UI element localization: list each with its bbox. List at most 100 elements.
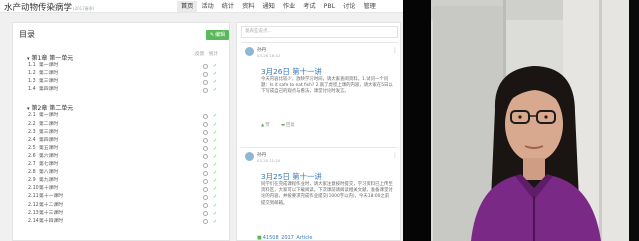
feedback-status-icon[interactable]: [203, 87, 208, 93]
feedback-status-icon[interactable]: [203, 178, 208, 184]
nav-pbl[interactable]: PBL: [320, 1, 339, 12]
lesson-item[interactable]: 2.9 第九课时: [28, 178, 58, 184]
post-body: 今天内容比较少，放映学习时间，请大家查阅资料。1.试问一个问题：Is it sa…: [261, 77, 393, 95]
lesson-item[interactable]: 1.1 第一课时: [28, 63, 58, 69]
check-icon: ✓: [213, 63, 218, 69]
feedback-status-icon[interactable]: [203, 79, 208, 85]
unit-title-text: 第1章 第一单元: [31, 55, 74, 62]
lesson-item[interactable]: 1.2 第二课时: [28, 71, 58, 77]
feedback-status-icon[interactable]: [203, 194, 208, 200]
post-title[interactable]: 3月25日 第十一讲: [261, 171, 322, 182]
toc-panel: 目录 ✎编辑 反馈 统计 ▾ 第1章 第一单元 1.1 第一课时 ✓ 1.2 第二课时 ✓ 1.3…: [12, 22, 230, 241]
lesson-item[interactable]: 2.13第十三课时: [28, 211, 63, 217]
column-stats: 统计: [209, 52, 218, 57]
check-icon: ✓: [213, 145, 218, 152]
main-nav: 首页 活动 统计 资料 通知 作业 考试 PBL 讨论 管理: [177, 1, 380, 12]
reply-button[interactable]: ▬回复: [281, 123, 295, 128]
nav-notices[interactable]: 通知: [259, 1, 279, 12]
lesson-title: 第七课时: [39, 162, 59, 167]
post-item: 孙丹 03-26 18:42 ⋮ 3月26日 第十一讲 今天内容比较少，放映学习…: [241, 47, 398, 142]
post-menu-icon[interactable]: ⋮: [392, 152, 398, 159]
feedback-status-icon[interactable]: [203, 211, 208, 217]
lesson-title: 第九课时: [39, 178, 59, 184]
edit-button-label: 编辑: [215, 32, 226, 38]
lesson-number: 1.2: [28, 71, 36, 77]
lesson-item[interactable]: 2.2 第二课时: [28, 122, 58, 128]
post-time: 03-26 18:42: [257, 53, 281, 58]
feedback-status-icon[interactable]: [203, 203, 208, 208]
feedback-status-icon[interactable]: [203, 146, 208, 152]
feedback-status-icon[interactable]: [203, 122, 208, 127]
nav-resources[interactable]: 资料: [238, 1, 258, 12]
lesson-number: 2.8: [28, 170, 36, 176]
check-icon: ✓: [213, 79, 218, 86]
lesson-title: 第五课时: [39, 145, 59, 151]
feedback-status-icon[interactable]: [203, 130, 208, 136]
comment-input[interactable]: 发表些说点...: [241, 26, 398, 38]
lesson-number: 2.2: [28, 121, 36, 127]
reply-label: 回复: [286, 123, 295, 128]
lesson-item[interactable]: 2.4 第四课时: [28, 138, 58, 144]
lesson-item[interactable]: 2.14第十四课时: [28, 219, 63, 225]
check-icon: ✓: [213, 121, 218, 128]
feedback-status-icon[interactable]: [203, 170, 208, 176]
lesson-item[interactable]: 2.12第十二课时: [28, 203, 63, 209]
avatar[interactable]: [245, 152, 254, 161]
lesson-item[interactable]: 2.1 第一课时: [28, 113, 58, 119]
lesson-title: 第一课时: [39, 113, 59, 119]
feedback-status-icon[interactable]: [203, 154, 208, 160]
lesson-number: 1.3: [28, 79, 36, 85]
column-feedback: 反馈: [195, 52, 204, 57]
caret-down-icon: ▾: [27, 56, 30, 62]
feedback-status-icon[interactable]: [203, 138, 208, 144]
feedback-status-icon[interactable]: [203, 186, 208, 192]
post-actions: ▲赞 ▬回复: [261, 122, 305, 128]
pencil-icon: ✎: [209, 32, 215, 38]
like-button[interactable]: ▲赞: [261, 123, 270, 128]
lesson-item[interactable]: 2.3 第三课时: [28, 130, 58, 136]
lesson-item[interactable]: 2.7 第七课时: [28, 162, 58, 168]
edit-button[interactable]: ✎编辑: [206, 30, 229, 40]
toc-column-headers: 反馈 统计: [195, 51, 223, 57]
unit-title[interactable]: ▾ 第1章 第一单元: [27, 53, 73, 62]
feedback-status-icon[interactable]: [203, 219, 208, 225]
feedback-status-icon[interactable]: [203, 113, 208, 119]
lesson-item[interactable]: 2.6 第六课时: [28, 154, 58, 160]
feedback-status-icon[interactable]: [203, 63, 208, 69]
lesson-number: 2.10: [28, 186, 39, 192]
lesson-item[interactable]: 1.4 第四课时: [28, 87, 58, 93]
nav-stats[interactable]: 统计: [218, 1, 238, 12]
lesson-item[interactable]: 2.5 第五课时: [28, 146, 58, 152]
check-icon: ✓: [213, 113, 218, 120]
post-title[interactable]: 3月26日 第十一讲: [261, 66, 322, 77]
check-icon: ✓: [213, 170, 218, 177]
lesson-item[interactable]: 2.10第十课时: [28, 186, 58, 192]
check-icon: ✓: [213, 210, 218, 217]
site-title[interactable]: 水产动物传染病学(2017春季): [4, 1, 94, 13]
top-header: 水产动物传染病学(2017春季) 首页 活动 统计 资料 通知 作业 考试 PB…: [0, 0, 403, 13]
attachment-link[interactable]: ■41508_2017_Article: [257, 235, 312, 241]
nav-homework[interactable]: 作业: [279, 1, 299, 12]
nav-discussion[interactable]: 讨论: [339, 1, 359, 12]
lesson-number: 1.1: [28, 63, 36, 68]
lesson-item[interactable]: 1.3 第三课时: [28, 79, 58, 85]
avatar[interactable]: [245, 47, 254, 56]
feedback-status-icon[interactable]: [203, 71, 208, 77]
check-icon: ✓: [213, 153, 218, 160]
attachment-icon: ■: [257, 235, 262, 241]
lesson-item[interactable]: 2.11第十一课时: [28, 194, 63, 200]
comment-icon: ▬: [280, 123, 286, 128]
nav-manage[interactable]: 管理: [359, 1, 379, 12]
unit-title[interactable]: ▾ 第2章 第二单元: [27, 103, 73, 112]
post-body: 同学们在完成课程作业时，请大家注意按时提交，学习资料已上传至资料区，大家可以下载…: [261, 182, 393, 206]
post-menu-icon[interactable]: ⋮: [392, 47, 398, 54]
lesson-title: 第六课时: [39, 153, 59, 159]
nav-home[interactable]: 首页: [177, 1, 198, 12]
lesson-item[interactable]: 2.8 第八课时: [28, 170, 58, 176]
lesson-title: 第一课时: [39, 63, 59, 68]
nav-exams[interactable]: 考试: [299, 1, 319, 12]
unit-title-text: 第2章 第二单元: [31, 105, 74, 113]
feedback-status-icon[interactable]: [203, 162, 208, 168]
nav-activities[interactable]: 活动: [197, 1, 217, 12]
check-icon: ✓: [213, 129, 218, 136]
